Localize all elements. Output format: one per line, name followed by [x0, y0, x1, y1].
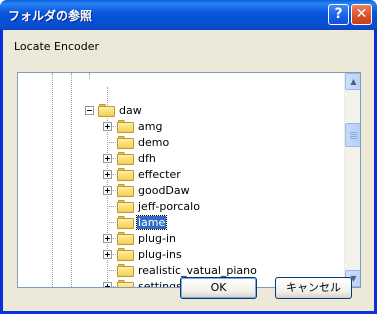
expand-icon[interactable]	[103, 154, 112, 163]
tree-item-label[interactable]: jeff-porcalo	[137, 200, 201, 213]
tree-item-label[interactable]: realistic_vatual_piano	[137, 264, 258, 277]
vertical-scrollbar[interactable]: ▲ ▼	[344, 73, 360, 287]
tree-item-label[interactable]: demo	[137, 136, 170, 149]
tree-item-label[interactable]: plug-in	[137, 232, 177, 245]
scrollbar-thumb[interactable]	[345, 123, 360, 147]
tree-item-label[interactable]: dfh	[137, 152, 157, 165]
tree-guide-line	[89, 73, 90, 79]
tree-item-label[interactable]: plug-ins	[137, 248, 183, 261]
tree-guide-line	[52, 73, 53, 287]
folder-browse-dialog: フォルダの参照 ? ✕ Locate Encoder daw amg demo df…	[0, 0, 377, 314]
expand-icon[interactable]	[103, 170, 112, 179]
folder-icon	[117, 216, 134, 229]
dialog-client-area: Locate Encoder daw amg demo dfh effecter goo…	[3, 30, 374, 311]
expand-icon[interactable]	[103, 250, 112, 259]
ok-button[interactable]: OK	[180, 277, 257, 299]
folder-tree[interactable]: daw amg demo dfh effecter goodDaw jeff-porcal…	[17, 72, 361, 288]
tree-item-label[interactable]: lame	[135, 215, 168, 230]
title-bar[interactable]: フォルダの参照 ? ✕	[0, 0, 377, 30]
tree-item-label[interactable]: settings	[137, 280, 183, 287]
collapse-icon[interactable]	[85, 106, 94, 115]
cancel-button[interactable]: キャンセル	[275, 277, 352, 299]
folder-icon	[117, 264, 134, 277]
dialog-description: Locate Encoder	[14, 40, 100, 53]
expand-icon[interactable]	[103, 122, 112, 131]
expand-icon[interactable]	[103, 234, 112, 243]
folder-icon	[117, 168, 134, 181]
folder-icon	[117, 248, 134, 261]
window-title: フォルダの参照	[8, 9, 93, 23]
close-icon[interactable]: ✕	[351, 4, 372, 25]
folder-icon	[117, 152, 134, 165]
folder-icon	[117, 120, 134, 133]
tree-guide-line	[71, 73, 72, 287]
folder-open-icon	[98, 104, 115, 117]
folder-icon	[117, 280, 134, 287]
tree-item-label[interactable]: amg	[137, 120, 163, 133]
tree-item-daw[interactable]: daw	[118, 104, 143, 117]
folder-icon	[117, 184, 134, 197]
expand-icon[interactable]	[103, 186, 112, 195]
tree-item-label[interactable]: goodDaw	[137, 184, 191, 197]
scroll-up-icon[interactable]: ▲	[345, 73, 360, 90]
tree-item-label[interactable]: effecter	[137, 168, 182, 181]
folder-icon	[117, 232, 134, 245]
folder-icon	[117, 200, 134, 213]
expand-icon[interactable]	[103, 282, 112, 287]
folder-icon	[117, 136, 134, 149]
help-icon[interactable]: ?	[328, 4, 349, 25]
